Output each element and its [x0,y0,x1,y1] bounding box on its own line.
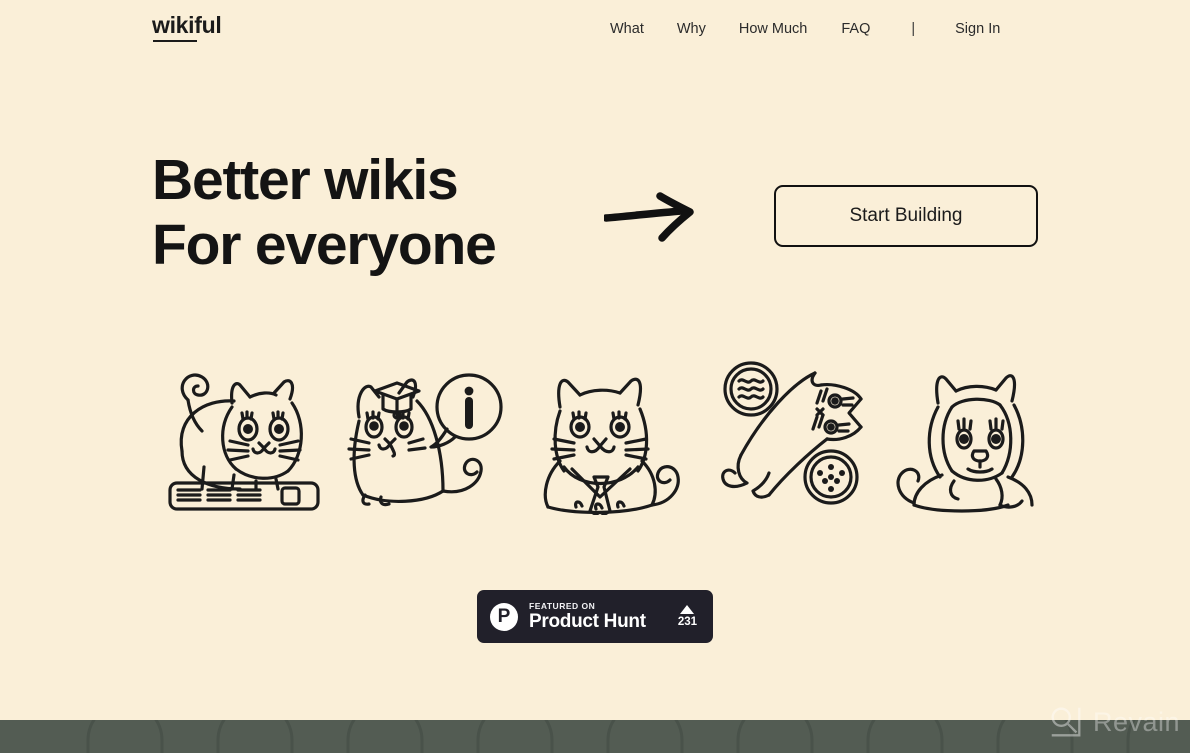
footer-band [0,720,1190,753]
business-cat-necktie [518,352,701,517]
headline-line-2: For everyone [152,212,497,277]
start-building-button[interactable]: Start Building [774,185,1038,247]
nav-link-sign-in[interactable]: Sign In [955,18,1000,40]
illustration-row [0,352,1190,517]
triangle-up-icon [680,604,695,614]
product-hunt-badge[interactable]: P FEATURED ON Product Hunt 231 [477,590,713,643]
page-title: Better wikis For everyone [152,148,497,278]
arch-pattern [86,720,1136,753]
nav-link-what[interactable]: What [610,18,644,40]
nav-link-how-much[interactable]: How Much [739,18,808,40]
nav-link-faq[interactable]: FAQ [841,18,870,40]
hoodie-cat [884,352,1067,517]
cat-on-keyboard [152,352,335,517]
upvote-count: 231 [677,615,697,628]
main-navigation: What Why How Much FAQ | Sign In [610,18,1000,40]
tilted-cat-badges [701,352,884,517]
headline-line-1: Better wikis [152,148,459,212]
product-hunt-icon: P [490,602,518,631]
arrow-right-icon [602,192,696,242]
nav-link-why[interactable]: Why [677,18,706,40]
site-logo[interactable]: wikiful [152,14,222,37]
nav-divider: | [911,21,916,37]
site-header: wikiful What Why How Much FAQ | Sign In [0,0,1190,58]
product-hunt-letter: P [497,606,511,627]
featured-on-label: FEATURED ON [529,600,596,611]
product-hunt-text: FEATURED ON Product Hunt [529,601,646,632]
product-hunt-name: Product Hunt [529,610,646,632]
graduate-cat-info [335,352,518,517]
logo-underline-accent [153,40,197,42]
upvote-group[interactable]: 231 [677,604,697,629]
hero-section: Better wikis For everyone Start Building [0,140,1190,290]
